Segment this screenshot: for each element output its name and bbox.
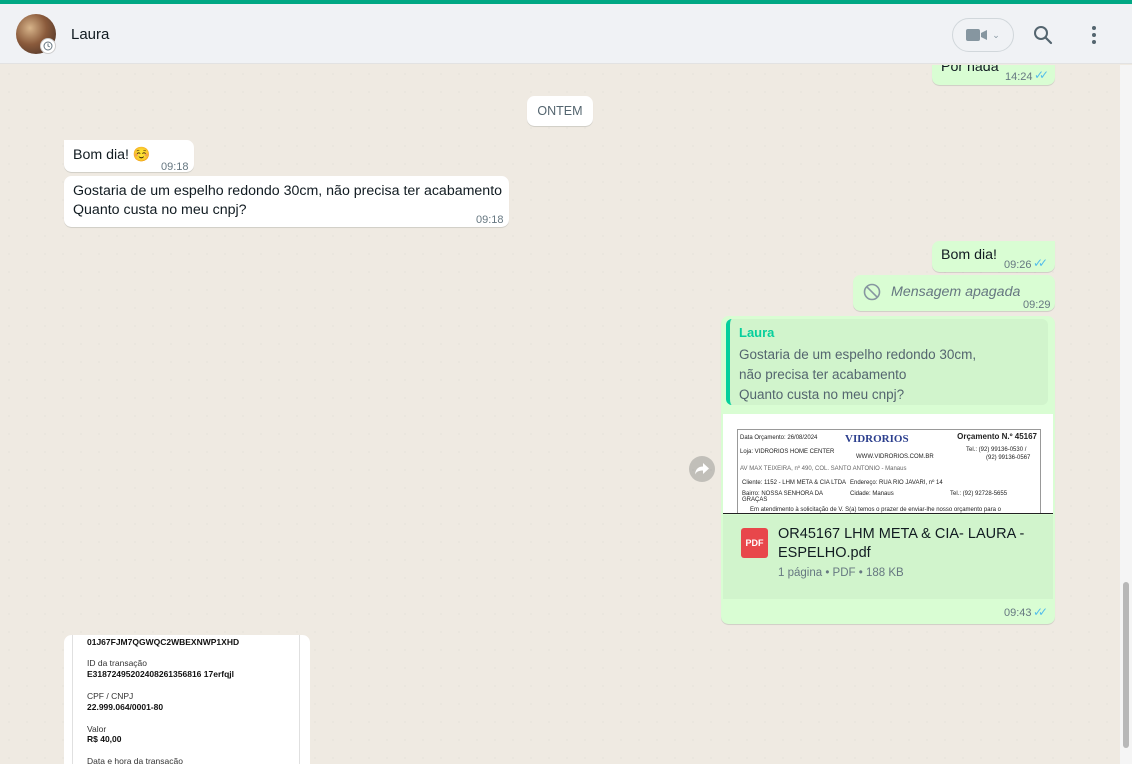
quote-text: Gostaria de um espelho redondo 30cm, não…: [739, 347, 977, 402]
chat-panel[interactable]: Por nada 14:24 ✓✓ ONTEM Bom dia! ☺️ 09:1…: [0, 65, 1120, 764]
deleted-message-text: Mensagem apagada: [891, 284, 1021, 300]
chevron-down-icon: ⌄: [992, 29, 1000, 40]
menu-icon: [1092, 26, 1096, 44]
message-text: Bom dia!: [941, 247, 997, 263]
doc-title: Orçamento N.º 45167: [957, 432, 1037, 441]
message-text: Bom dia! ☺️: [73, 147, 151, 163]
doc-tel: Tel.: (92) 92728-5655: [950, 491, 1008, 497]
doc-address: AV MAX TEIXEIRA, nº 490, COL. SANTO ANTO…: [740, 466, 907, 472]
message-deleted[interactable]: Mensagem apagada 09:29: [853, 275, 1055, 311]
doc-phone: (92) 99136-0567: [986, 455, 1031, 461]
pdf-page-preview: Data Orçamento: 26/08/2024 VIDRORIOS Orç…: [737, 429, 1041, 513]
document-card[interactable]: PDF OR45167 LHM META & CIA- LAURA - ESPE…: [723, 515, 1053, 599]
pdf-file-icon: PDF: [741, 528, 768, 558]
message-time: 09:18: [476, 214, 504, 226]
read-ticks-icon: ✓✓: [1033, 256, 1048, 270]
message-time: 09:43: [1004, 607, 1032, 619]
message-text-line: Quanto custa no meu cnpj?: [73, 202, 247, 218]
forward-icon: [695, 463, 709, 475]
doc-date: Data Orçamento: 26/08/2024: [740, 435, 818, 441]
scroll-thumb[interactable]: [1123, 582, 1129, 748]
file-meta: 1 página • PDF • 188 KB: [778, 567, 904, 579]
message-time: 14:24: [1005, 71, 1033, 83]
date-divider: ONTEM: [527, 96, 593, 126]
receipt-code: 01J67FJM7QGWQC2WBEXNWP1XHD: [87, 637, 240, 647]
message-incoming[interactable]: Bom dia! ☺️ 09:18: [64, 140, 194, 173]
forward-button[interactable]: [689, 456, 715, 482]
read-ticks-icon: ✓✓: [1034, 68, 1049, 82]
quoted-message[interactable]: Laura Gostaria de um espelho redondo 30c…: [726, 319, 1048, 405]
search-icon: [1034, 26, 1053, 45]
receipt-id-value: E31872495202408261356816 17erfqjl: [87, 669, 234, 679]
doc-site: WWW.VIDRORIOS.COM.BR: [856, 454, 934, 460]
pdf-thumbnail[interactable]: Data Orçamento: 26/08/2024 VIDRORIOS Orç…: [723, 414, 1053, 514]
doc-endereco: Endereço: RUA RIO JAVARI, nº 14: [850, 480, 943, 486]
doc-store: Loja: VIDRORIOS HOME CENTER: [740, 449, 835, 455]
message-time: 09:18: [161, 161, 189, 173]
video-camera-icon: [966, 29, 988, 41]
contact-name[interactable]: Laura: [71, 26, 109, 43]
file-name: OR45167 LHM META & CIA- LAURA - ESPELHO.…: [778, 526, 1025, 561]
chat-scrollbar[interactable]: [1120, 65, 1132, 764]
doc-logo: VIDRORIOS: [845, 433, 909, 445]
video-call-button[interactable]: ⌄: [952, 18, 1014, 52]
blocked-icon: [863, 283, 881, 301]
message-incoming-image[interactable]: 01J67FJM7QGWQC2WBEXNWP1XHD ID da transaç…: [64, 635, 310, 764]
message-outgoing[interactable]: Por nada 14:24 ✓✓: [932, 65, 1055, 85]
chat-header: Laura ⌄: [0, 4, 1132, 64]
status-clock-icon: [40, 38, 56, 54]
receipt-valor-value: R$ 40,00: [87, 734, 122, 744]
message-text: Por nada: [941, 65, 999, 75]
menu-button[interactable]: [1082, 22, 1106, 48]
search-button[interactable]: [1030, 22, 1056, 48]
message-incoming[interactable]: Gostaria de um espelho redondo 30cm, não…: [64, 176, 509, 227]
receipt-cpf-label: CPF / CNPJ: [87, 691, 134, 701]
doc-client: Cliente: 1152 - LHM META & CIA LTDA: [742, 480, 847, 486]
message-time: 09:29: [1023, 299, 1051, 311]
receipt-valor-label: Valor: [87, 724, 107, 734]
doc-bairro: GRAÇAS: [742, 497, 768, 503]
message-outgoing[interactable]: Bom dia! 09:26 ✓✓: [932, 241, 1055, 272]
receipt-cpf-value: 22.999.064/0001-80: [87, 702, 164, 712]
doc-note: Em atendimento à solicitação de V. S(a) …: [750, 507, 1001, 513]
receipt-id-label: ID da transação: [87, 658, 148, 668]
doc-phone: Tel.: (92) 99136-0530 /: [966, 447, 1027, 453]
read-ticks-icon: ✓✓: [1033, 605, 1048, 619]
quote-author: Laura: [739, 325, 775, 340]
message-text-line: Gostaria de um espelho redondo 30cm, não…: [73, 183, 503, 199]
receipt-date-label: Data e hora da transação: [87, 756, 183, 764]
message-time: 09:26: [1004, 259, 1032, 271]
receipt-image: 01J67FJM7QGWQC2WBEXNWP1XHD ID da transaç…: [72, 635, 300, 764]
doc-cidade: Cidade: Manaus: [850, 491, 894, 497]
